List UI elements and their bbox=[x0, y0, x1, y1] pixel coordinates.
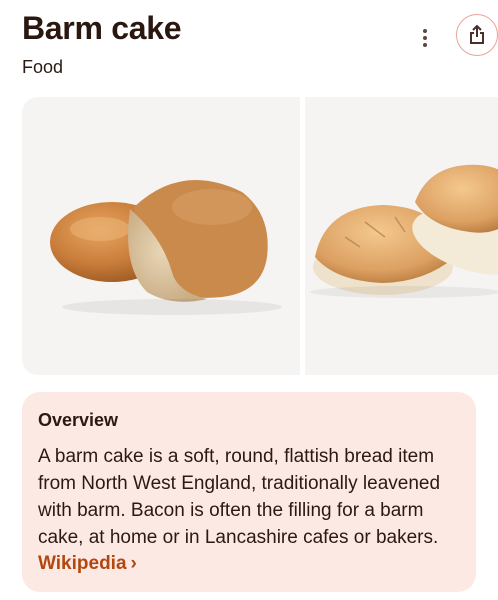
overview-heading: Overview bbox=[38, 410, 119, 430]
wikipedia-link[interactable]: Wikipedia › bbox=[38, 553, 137, 575]
share-icon bbox=[470, 25, 484, 44]
page-title: Barm cake bbox=[22, 10, 182, 46]
gallery-image-2[interactable] bbox=[305, 97, 498, 375]
gallery-image-1[interactable] bbox=[22, 97, 300, 375]
barm-cake-halves-illustration bbox=[50, 180, 282, 315]
overview-card: Overview A barm cake is a soft, round, f… bbox=[22, 392, 476, 592]
barm-cakes-pair-illustration bbox=[310, 164, 498, 298]
image-gallery[interactable] bbox=[22, 97, 498, 375]
more-options-button[interactable] bbox=[411, 24, 439, 52]
more-options-icon bbox=[423, 29, 427, 33]
wikipedia-link-label: Wikipedia bbox=[38, 553, 127, 574]
share-button[interactable] bbox=[456, 14, 498, 56]
entity-type-label: Food bbox=[22, 57, 64, 77]
header: Barm cake bbox=[22, 8, 498, 56]
chevron-right-icon: › bbox=[130, 553, 137, 574]
overview-description: A barm cake is a soft, round, flattish b… bbox=[38, 446, 441, 548]
